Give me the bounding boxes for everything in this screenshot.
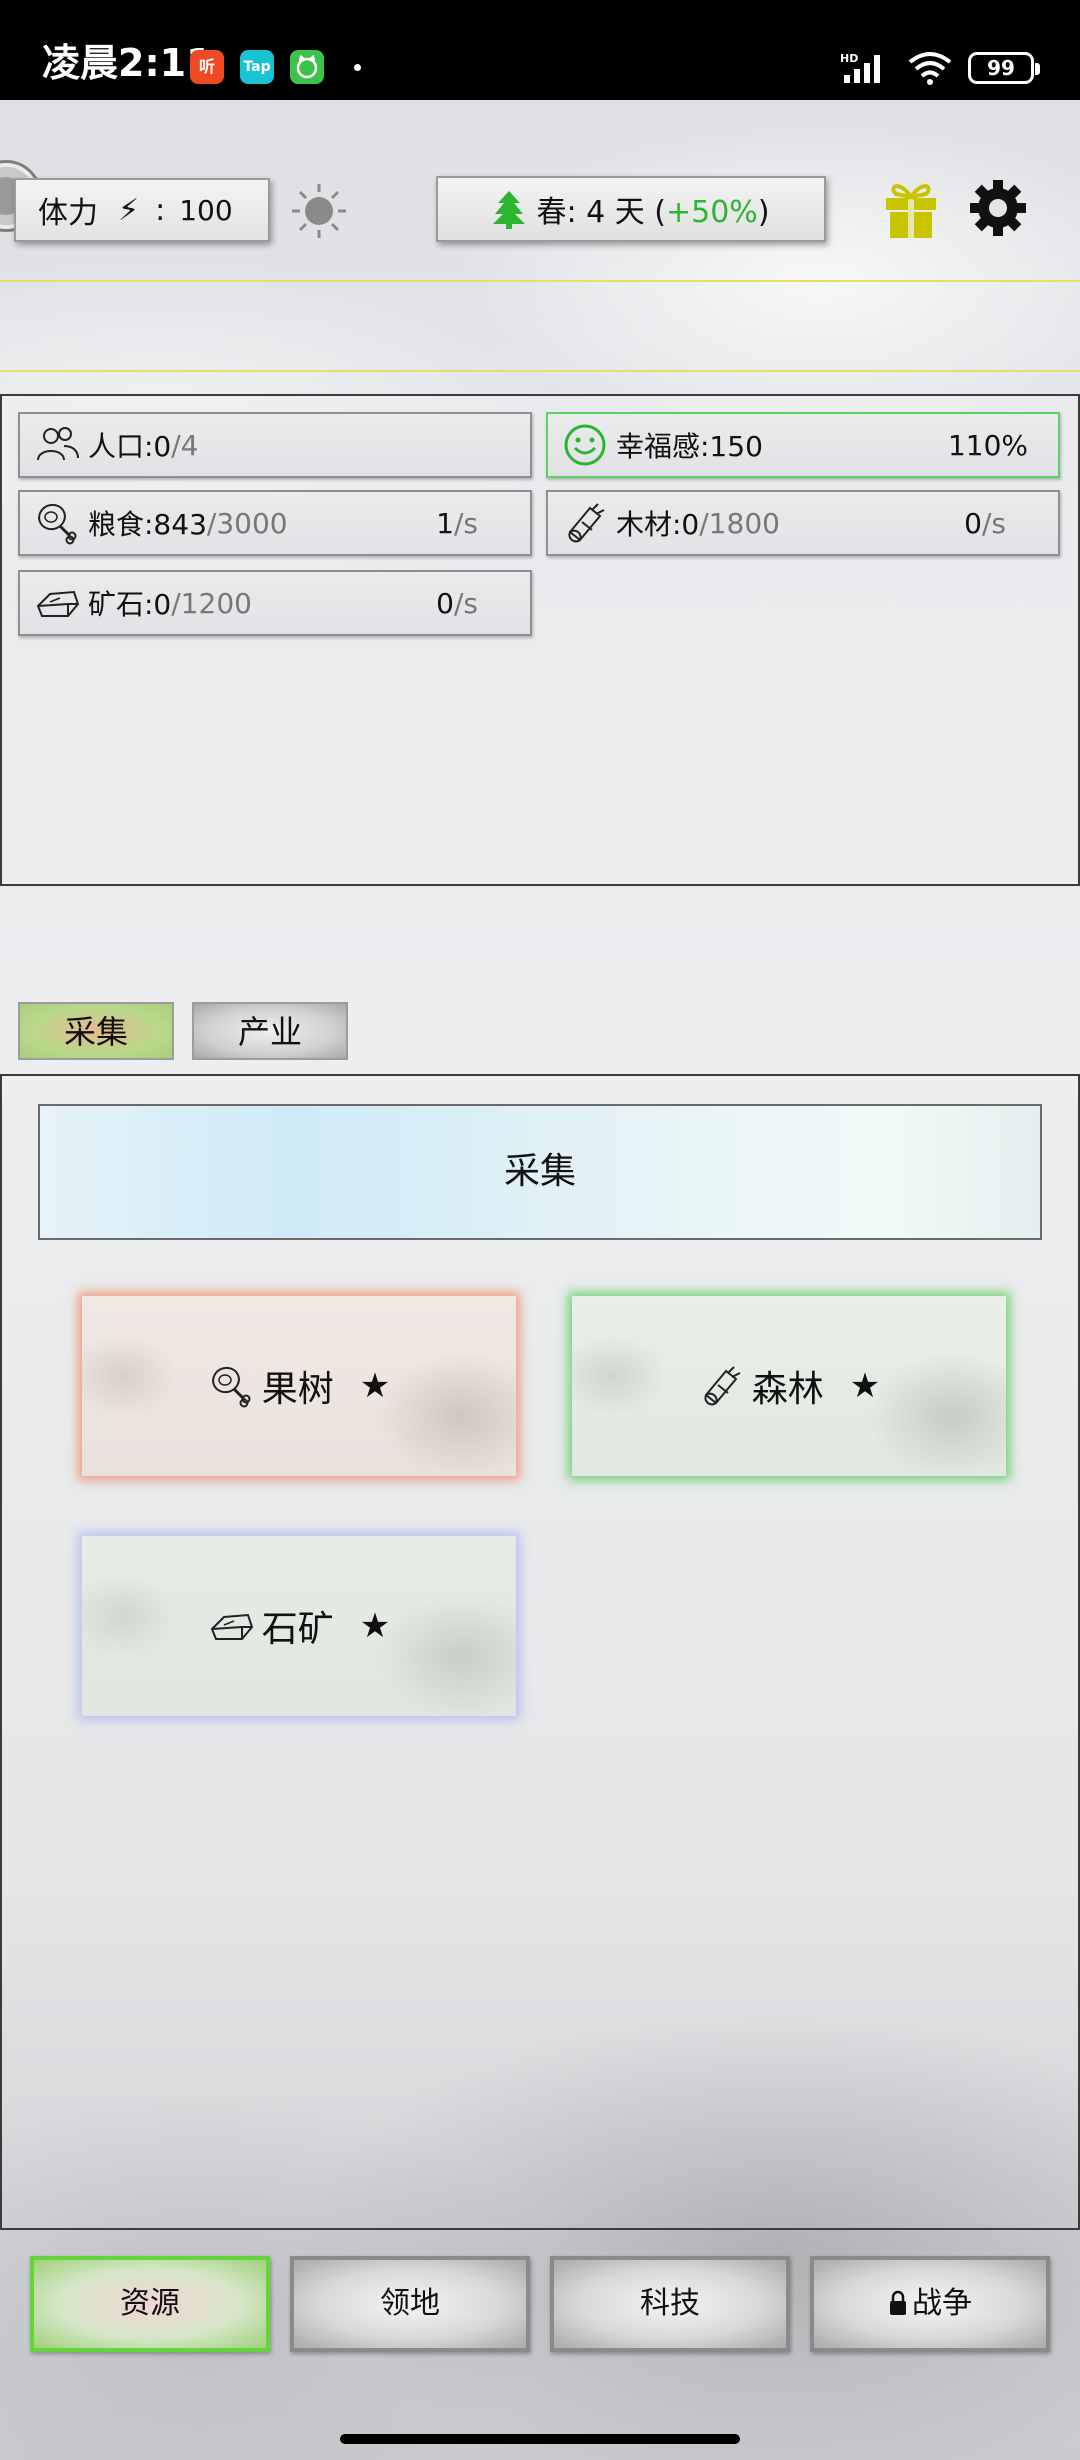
people-icon — [37, 427, 79, 461]
wood-label: 木材:0 — [616, 508, 700, 541]
event-strip — [0, 280, 1080, 372]
stamina-label: 体力 — [38, 196, 98, 231]
home-indicator[interactable] — [340, 2434, 740, 2444]
season-text: 春: 4 天 (+50%) — [536, 187, 769, 231]
taptap-app-icon: Tap — [240, 50, 274, 84]
nav-resources-button[interactable]: 资源 — [30, 2256, 270, 2352]
population-cell[interactable]: 人口:0/4 — [18, 412, 532, 478]
stamina-display: 体力 ⚡ : 100 — [14, 178, 270, 242]
nav-tech-button[interactable]: 科技 — [550, 2256, 790, 2352]
smiley-icon — [564, 424, 606, 466]
nav-war-button[interactable]: 战争 — [810, 2256, 1050, 2352]
star-icon: ★ — [849, 1366, 881, 1406]
network-label: HD — [840, 52, 858, 65]
nav-war-label: 战争 — [912, 2286, 972, 2321]
status-dot — [354, 64, 361, 71]
cat-app-icon — [290, 50, 324, 84]
wifi-icon — [908, 52, 952, 85]
log-icon — [704, 1366, 741, 1406]
ore-icon — [210, 1613, 253, 1640]
happiness-cell[interactable]: 幸福感:150 110% — [546, 412, 1060, 478]
star-icon: ★ — [359, 1606, 391, 1646]
wood-rate-value: 0 — [964, 506, 982, 540]
ting-app-icon: 听 — [190, 50, 224, 84]
season-display: 春: 4 天 (+50%) — [436, 176, 826, 242]
wood-cell[interactable]: 木材:0/1800 0/s — [546, 490, 1060, 556]
population-cap: /4 — [171, 428, 199, 462]
wood-rate-unit: /s — [981, 506, 1006, 540]
ore-rate-value: 0 — [436, 586, 454, 620]
log-icon — [568, 503, 605, 543]
ore-icon — [36, 590, 80, 617]
gather-card-forest[interactable]: 森林 ★ — [572, 1296, 1006, 1476]
ore-cap: /1200 — [171, 586, 252, 620]
meat-icon — [38, 503, 77, 545]
sun-icon[interactable] — [288, 180, 350, 242]
food-rate: 1/s — [436, 507, 478, 540]
stamina-colon: : — [155, 192, 166, 228]
season-label: 春: 4 天 ( — [536, 195, 666, 230]
stamina-value: 100 — [179, 193, 233, 227]
meat-icon — [211, 1366, 251, 1408]
ore-label: 矿石:0 — [88, 588, 172, 621]
food-rate-value: 1 — [436, 506, 454, 540]
tab-industry[interactable]: 产业 — [192, 1002, 348, 1060]
wood-cap: /1800 — [699, 506, 780, 540]
ore-rate: 0/s — [436, 587, 478, 620]
status-bar: 凌晨2:11 听 Tap HD 99 — [0, 0, 1080, 100]
food-cap: /3000 — [206, 506, 288, 540]
lock-icon — [890, 2290, 906, 2315]
population-label: 人口:0 — [88, 430, 172, 463]
section-title: 采集 — [38, 1104, 1042, 1240]
gather-card-label: 石矿 — [261, 1609, 334, 1650]
status-time: 凌晨2:11 — [42, 41, 213, 85]
nav-territory-button[interactable]: 领地 — [290, 2256, 530, 2352]
gather-card-stone-mine[interactable]: 石矿 ★ — [82, 1536, 516, 1716]
pine-tree-icon — [493, 191, 526, 229]
ore-rate-unit: /s — [453, 586, 478, 620]
season-close: ) — [757, 195, 770, 230]
food-label: 粮食:843 — [88, 508, 207, 541]
wood-rate: 0/s — [964, 507, 1006, 540]
gather-card-label: 果树 — [261, 1369, 334, 1410]
happiness-percent: 110% — [947, 428, 1028, 462]
signal-icon: HD — [840, 52, 880, 83]
status-right-group: HD 99 — [840, 48, 1040, 88]
ore-cell[interactable]: 矿石:0/1200 0/s — [18, 570, 532, 636]
gear-icon[interactable] — [966, 176, 1030, 240]
lightning-icon: ⚡ — [118, 192, 140, 228]
star-icon: ★ — [359, 1366, 391, 1406]
battery-indicator: 99 — [968, 52, 1040, 84]
season-bonus: +50% — [665, 195, 758, 230]
tab-gather[interactable]: 采集 — [18, 1002, 174, 1060]
gather-card-fruit-tree[interactable]: 果树 ★ — [82, 1296, 516, 1476]
food-cell[interactable]: 粮食:843/3000 1/s — [18, 490, 532, 556]
gift-icon[interactable] — [880, 176, 942, 240]
gather-card-label: 森林 — [751, 1369, 824, 1410]
happiness-label: 幸福感:150 — [616, 430, 763, 463]
food-rate-unit: /s — [453, 506, 478, 540]
